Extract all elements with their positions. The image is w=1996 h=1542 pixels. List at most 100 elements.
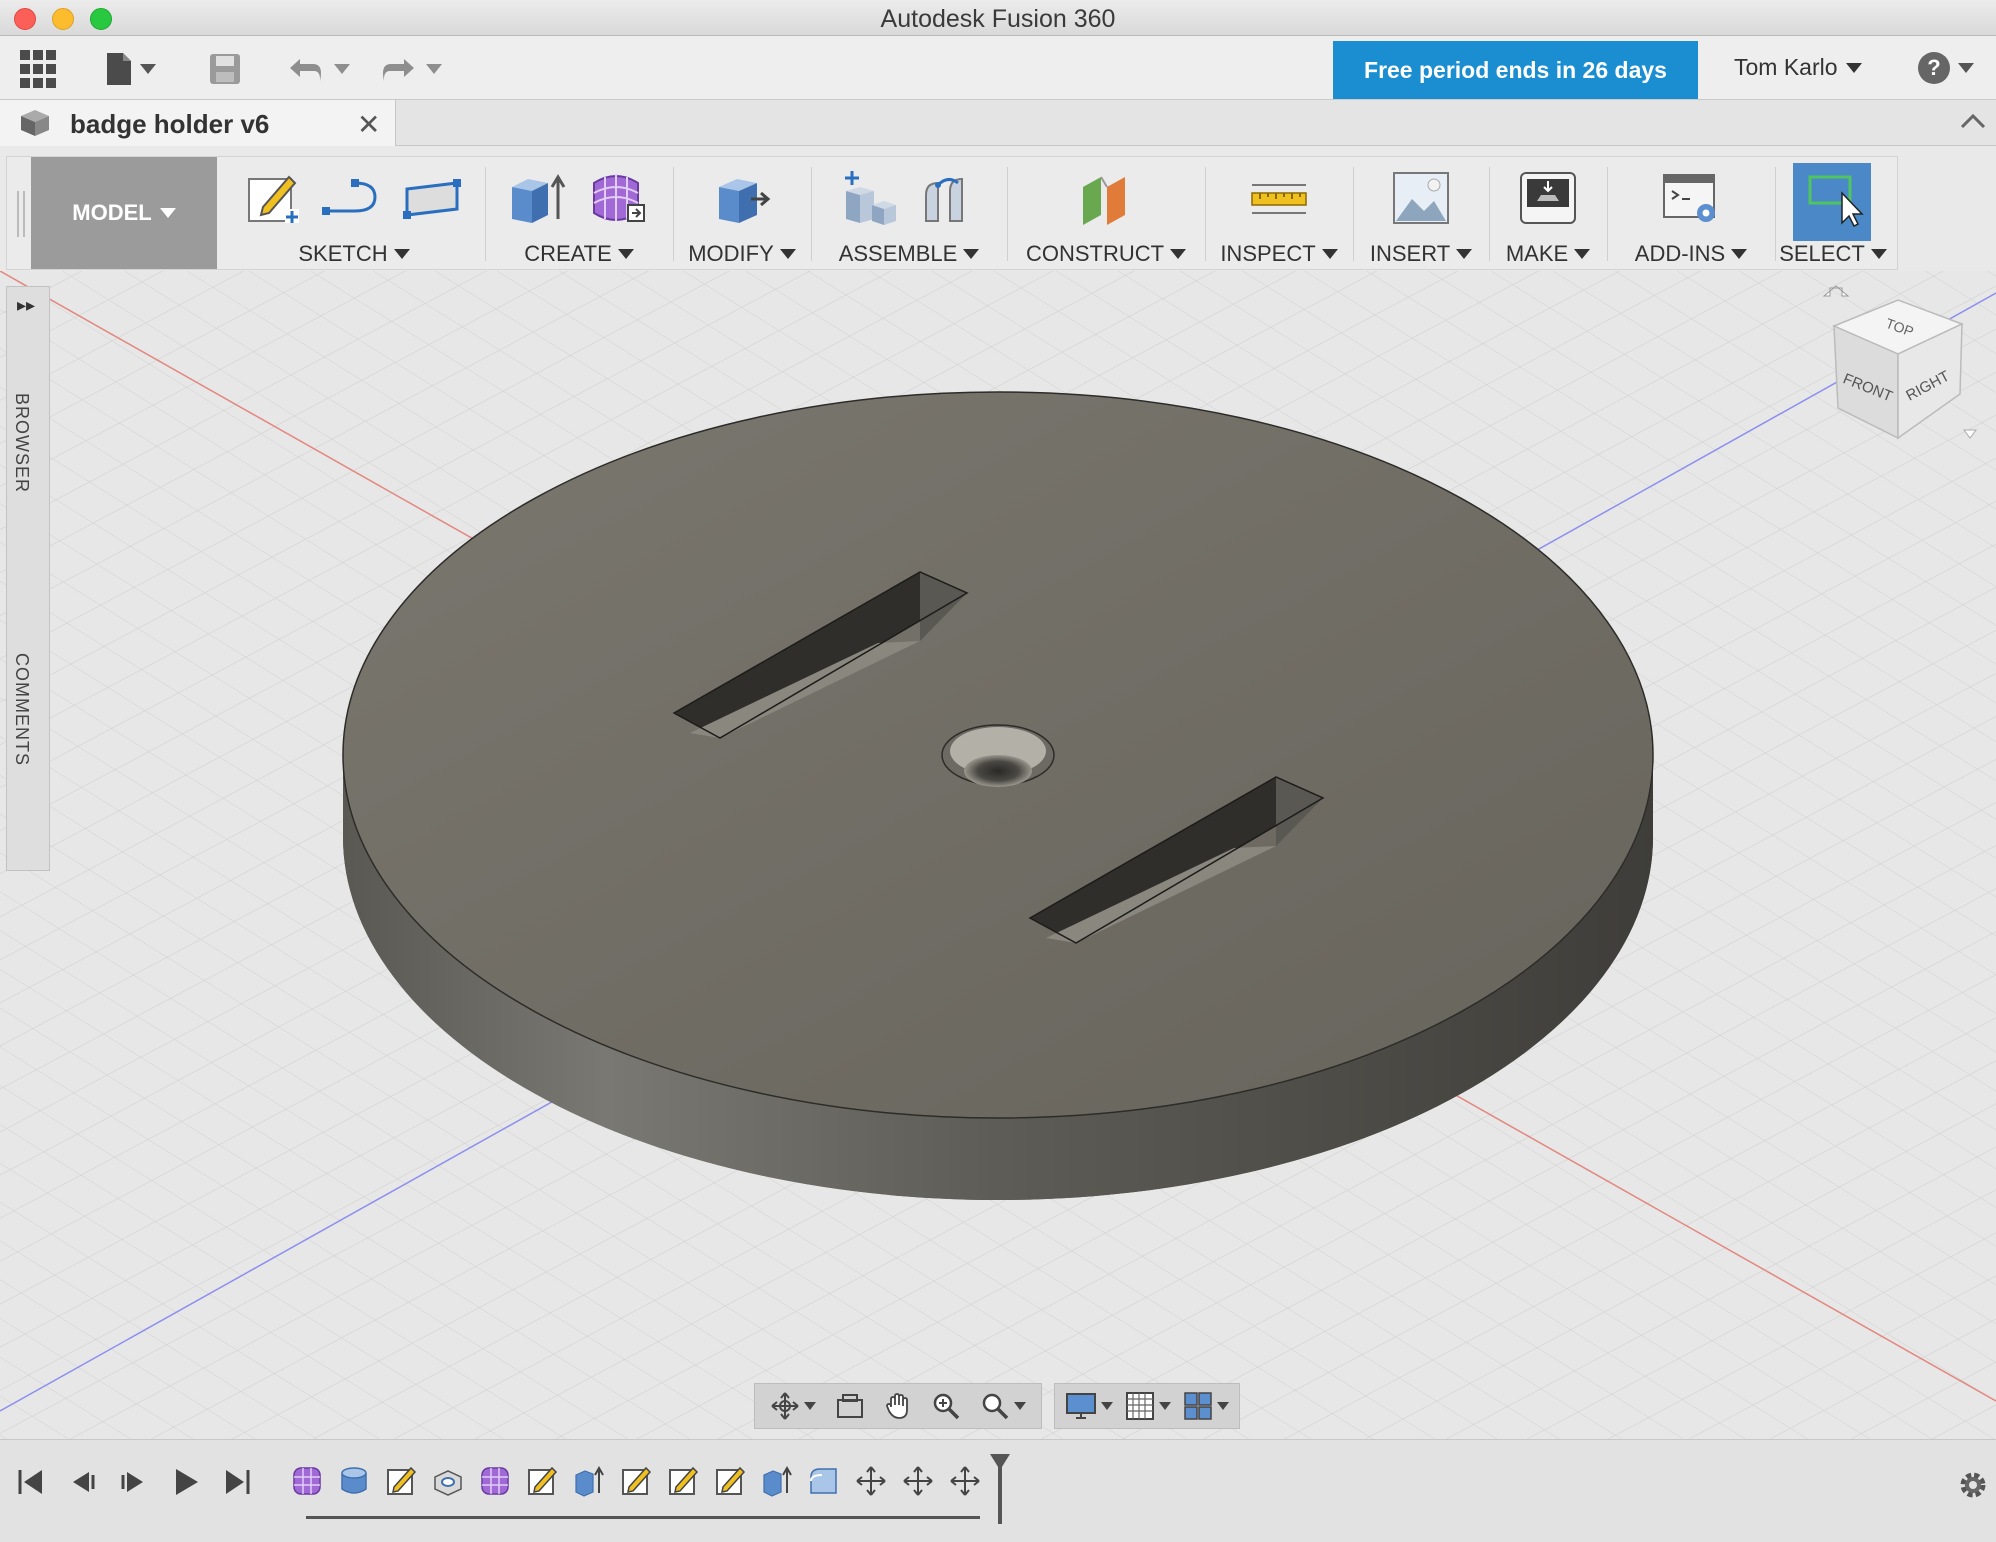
ribbon-group-construct-menu[interactable]: CONSTRUCT	[1011, 241, 1201, 267]
viewports-icon	[1184, 1392, 1212, 1420]
comments-panel-tab[interactable]: COMMENTS	[11, 653, 32, 766]
timeline-feature-fillet[interactable]	[807, 1464, 841, 1498]
viewports-button[interactable]	[1183, 1391, 1229, 1421]
ribbon-group-make: MAKE	[1493, 157, 1603, 269]
home-view-icon[interactable]	[1822, 285, 1850, 297]
close-tab-icon[interactable]: ✕	[357, 108, 380, 141]
data-panel-grid-icon[interactable]	[20, 50, 56, 88]
chevron-down-icon	[1321, 249, 1338, 259]
press-pull-icon[interactable]	[711, 169, 773, 227]
ribbon-divider	[1353, 167, 1354, 261]
play-icon	[176, 1469, 198, 1495]
play-button[interactable]	[170, 1466, 202, 1498]
scripts-add-ins-icon[interactable]	[1660, 169, 1722, 227]
gear-icon[interactable]	[1956, 1468, 1990, 1502]
workspace-switcher[interactable]: MODEL	[31, 157, 217, 269]
timeline-marker[interactable]	[998, 1458, 1002, 1524]
zoom-button[interactable]	[931, 1391, 961, 1421]
chevron-down-icon	[1574, 249, 1591, 259]
trial-banner-button[interactable]: Free period ends in 26 days	[1333, 41, 1698, 99]
redo-button[interactable]	[378, 50, 442, 88]
ribbon-group-insert-menu[interactable]: INSERT	[1357, 241, 1485, 267]
timeline-feature-move-3[interactable]	[948, 1464, 982, 1498]
skip-to-start-icon	[18, 1470, 42, 1494]
chevron-up-icon[interactable]	[1960, 112, 1986, 130]
create-sketch-icon[interactable]	[245, 169, 303, 227]
fillet-feature-icon	[810, 1468, 837, 1494]
joint-icon[interactable]	[918, 169, 980, 227]
timeline-feature-move-2[interactable]	[901, 1464, 935, 1498]
hole-feature-icon	[434, 1470, 462, 1496]
zoom-window-button[interactable]	[980, 1391, 1026, 1421]
timeline-feature-extrude-2[interactable]	[760, 1464, 794, 1498]
orbit-button[interactable]	[770, 1391, 817, 1421]
timeline-feature-sketch-4[interactable]	[666, 1464, 700, 1498]
select-tool-icon[interactable]	[1802, 169, 1864, 227]
ribbon-group-assemble-menu[interactable]: ASSEMBLE	[815, 241, 1003, 267]
timeline-feature-move-1[interactable]	[854, 1464, 888, 1498]
browser-panel-tab[interactable]: BROWSER	[11, 393, 32, 493]
user-account-menu[interactable]: Tom Karlo	[1734, 54, 1862, 81]
view-cube-menu-icon[interactable]	[1963, 429, 1977, 439]
timeline-feature-form-2[interactable]	[478, 1464, 512, 1498]
ribbon-group-sketch-menu[interactable]: SKETCH	[227, 241, 481, 267]
step-back-button[interactable]	[66, 1466, 98, 1498]
badge-holder-body[interactable]	[342, 391, 1654, 1200]
ribbon-group-make-menu[interactable]: MAKE	[1493, 241, 1603, 267]
view-cube[interactable]: TOP FRONT RIGHT	[1814, 282, 1982, 442]
timeline-feature-sketch-1[interactable]	[384, 1464, 418, 1498]
extrude-icon[interactable]	[508, 169, 570, 227]
chevron-down-icon	[1870, 249, 1887, 259]
timeline-feature-sketch-3[interactable]	[619, 1464, 653, 1498]
timeline-feature-sketch-5[interactable]	[713, 1464, 747, 1498]
ribbon-group-label: INSERT	[1369, 241, 1451, 266]
ribbon-group-inspect: INSPECT	[1209, 157, 1349, 269]
ribbon-group-create-menu[interactable]: CREATE	[489, 241, 669, 267]
ribbon-group-modify-menu[interactable]: MODIFY	[677, 241, 807, 267]
document-tab[interactable]: badge holder v6 ✕	[0, 100, 396, 146]
rectangle-tool-icon[interactable]	[401, 169, 463, 227]
timeline-feature-form[interactable]	[290, 1464, 324, 1498]
file-icon	[107, 53, 131, 85]
timeline-feature-sketch-2[interactable]	[525, 1464, 559, 1498]
help-menu-button[interactable]: ?	[1918, 52, 1974, 84]
step-back-icon	[73, 1472, 95, 1492]
timeline-features	[290, 1464, 982, 1498]
ribbon-group-construct: CONSTRUCT	[1011, 157, 1201, 269]
new-component-icon[interactable]	[838, 169, 900, 227]
save-button[interactable]	[208, 50, 242, 88]
timeline-feature-cylinder[interactable]	[337, 1464, 371, 1498]
ribbon-group-select: SELECT	[1779, 157, 1887, 269]
chevron-down-icon	[779, 249, 796, 259]
pan-button[interactable]	[883, 1391, 913, 1421]
ribbon-group-add-ins-menu[interactable]: ADD-INS	[1611, 241, 1771, 267]
sketch-feature-icon	[622, 1466, 652, 1495]
measure-icon[interactable]	[1248, 169, 1310, 227]
line-tool-icon[interactable]	[321, 169, 383, 227]
ribbon-group-create: CREATE	[489, 157, 669, 269]
go-to-start-button[interactable]	[14, 1466, 46, 1498]
insert-image-icon[interactable]	[1390, 169, 1452, 227]
model-scene[interactable]	[0, 271, 1996, 1439]
timeline-feature-extrude-1[interactable]	[572, 1464, 606, 1498]
ribbon-group-select-menu[interactable]: SELECT	[1779, 241, 1887, 267]
ribbon-group-insert: INSERT	[1357, 157, 1485, 269]
go-to-end-button[interactable]	[222, 1466, 254, 1498]
ribbon-group-inspect-menu[interactable]: INSPECT	[1209, 241, 1349, 267]
timeline-feature-hole[interactable]	[431, 1464, 465, 1498]
look-at-button[interactable]	[835, 1391, 865, 1421]
grid-snaps-button[interactable]	[1125, 1391, 1171, 1421]
3d-print-icon[interactable]	[1517, 169, 1579, 227]
ribbon-grip-handle[interactable]	[17, 191, 25, 237]
cylinder-feature-icon	[341, 1467, 367, 1494]
expand-panel-icon[interactable]: ▸▸	[17, 295, 35, 316]
create-form-icon[interactable]	[588, 169, 650, 227]
sketch-feature-icon	[387, 1466, 417, 1495]
undo-button[interactable]	[286, 50, 350, 88]
offset-plane-icon[interactable]	[1075, 169, 1137, 227]
file-menu-button[interactable]	[106, 50, 156, 88]
step-forward-button[interactable]	[118, 1466, 150, 1498]
workspace-label: MODEL	[72, 200, 152, 225]
display-settings-button[interactable]	[1065, 1391, 1113, 1421]
canvas-viewport[interactable]	[0, 271, 1996, 1439]
